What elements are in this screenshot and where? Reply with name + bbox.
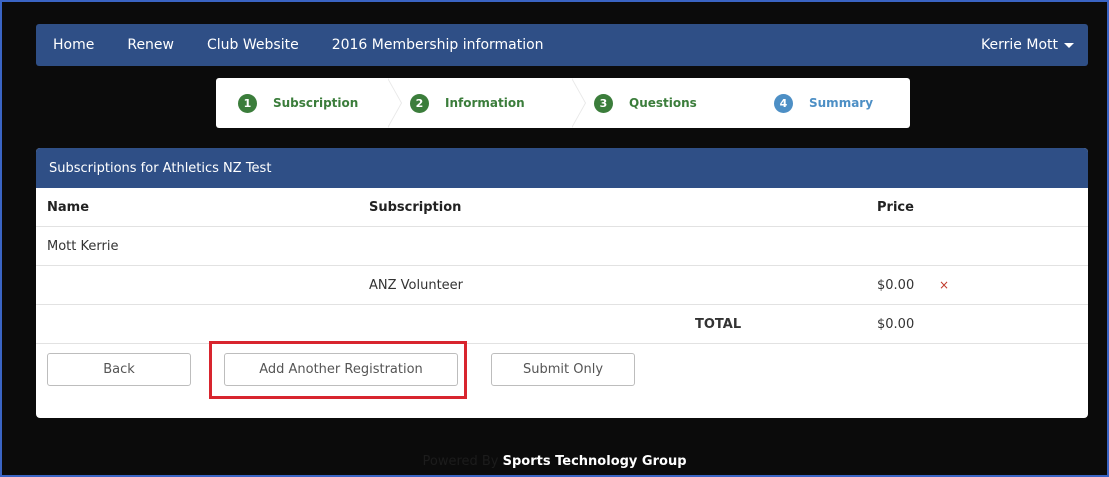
subscriptions-panel: Subscriptions for Athletics NZ Test Name… [36, 148, 1088, 418]
column-header-subscription: Subscription [369, 200, 462, 215]
user-menu[interactable]: Kerrie Mott [981, 37, 1074, 53]
total-value: $0.00 [877, 317, 915, 332]
table-header-row: Name Subscription Price [36, 188, 1088, 227]
step-label: Subscription [273, 96, 359, 110]
subscription-price: $0.00 [877, 278, 915, 293]
wizard-step-summary: 4 Summary [744, 78, 874, 128]
footer-prefix: Powered By [422, 454, 499, 469]
step-number-badge: 3 [594, 93, 613, 113]
table-row-subscription: ANZ Volunteer $0.00 × [36, 266, 1088, 305]
step-number-badge: 4 [774, 93, 793, 113]
member-name: Mott Kerrie [47, 239, 119, 254]
subscription-name: ANZ Volunteer [369, 278, 464, 293]
table-row-total: TOTAL $0.00 [36, 305, 1088, 344]
remove-icon[interactable]: × [939, 278, 949, 292]
footer-brand[interactable]: Sports Technology Group [503, 454, 687, 469]
step-label: Information [445, 96, 525, 110]
caret-down-icon [1064, 42, 1074, 48]
column-header-name: Name [47, 200, 90, 215]
nav-home[interactable]: Home [36, 37, 94, 53]
step-number-badge: 1 [238, 93, 257, 113]
step-label: Summary [809, 96, 874, 110]
step-label: Questions [629, 96, 697, 110]
user-name: Kerrie Mott [981, 37, 1058, 53]
wizard-step-subscription: 1 Subscription [216, 78, 402, 128]
step-number-badge: 2 [410, 93, 429, 113]
table-row-member: Mott Kerrie [36, 227, 1088, 266]
nav-renew[interactable]: Renew [110, 37, 174, 53]
top-navbar: Home Renew Club Website 2016 Membership … [36, 24, 1088, 66]
footer: Powered By Sports Technology Group [2, 454, 1107, 469]
wizard-step-information: 2 Information [388, 78, 586, 128]
progress-wizard: 1 Subscription 2 Information 3 Questions… [216, 78, 910, 128]
panel-title: Subscriptions for Athletics NZ Test [36, 148, 1088, 188]
nav-membership-info[interactable]: 2016 Membership information [315, 37, 544, 53]
action-buttons: Back Add Another Registration Submit Onl… [36, 347, 1088, 397]
column-header-price: Price [877, 200, 914, 215]
nav-club-website[interactable]: Club Website [190, 37, 299, 53]
total-label: TOTAL [695, 317, 742, 332]
back-button[interactable]: Back [47, 353, 191, 386]
add-another-registration-button[interactable]: Add Another Registration [224, 353, 458, 386]
wizard-step-questions: 3 Questions [572, 78, 758, 128]
submit-only-button[interactable]: Submit Only [491, 353, 635, 386]
